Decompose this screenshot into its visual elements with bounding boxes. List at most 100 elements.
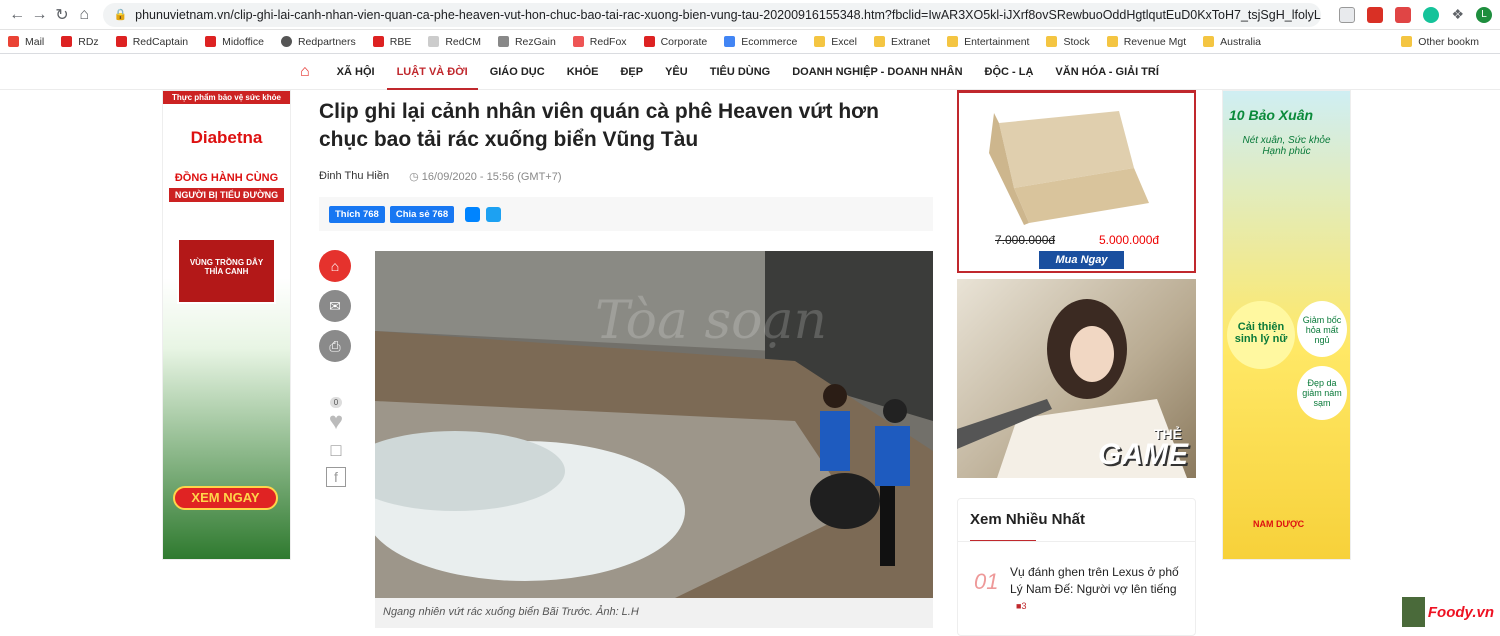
profile-avatar[interactable]: L	[1476, 6, 1492, 23]
bookmark-corporate[interactable]: Corporate	[643, 36, 707, 48]
ad-brand: 10 Bảo Xuân	[1229, 107, 1314, 123]
bookmark-midoffice[interactable]: Midoffice	[205, 36, 264, 48]
print-icon[interactable]: ⎙	[319, 330, 351, 362]
heart-icon[interactable]: ♥	[319, 410, 353, 434]
address-bar[interactable]: 🔒 phunuvietnam.vn/clip-ghi-lai-canh-nhan…	[103, 2, 1322, 27]
old-price: 7.000.000đ	[995, 233, 1056, 247]
game-logo: GAME	[1098, 438, 1188, 471]
bookmark-rezgain[interactable]: RezGain	[497, 36, 556, 48]
bookmark-revenue-mgt[interactable]: Revenue Mgt	[1106, 36, 1186, 48]
ad-brand: Diabetna	[190, 128, 263, 147]
foody-thumbnail	[1402, 597, 1425, 627]
rank-number: 01	[974, 569, 999, 594]
ad-tagline: Nét xuân, Sức khỏe Hạnh phúc	[1242, 135, 1331, 157]
article-actions: ⌂ ✉ ⎙ 0 ♥ □ f	[319, 250, 353, 487]
ad-cta-button[interactable]: XEM NGAY	[173, 486, 278, 510]
bookmark-excel[interactable]: Excel	[814, 36, 857, 48]
forward-icon[interactable]: →	[30, 4, 48, 26]
article-photo: Tòa soạn	[375, 251, 933, 598]
like-count: 0	[329, 397, 343, 408]
extension-icon[interactable]	[1367, 6, 1384, 23]
clock-icon: ◷	[409, 171, 419, 183]
comment-icon[interactable]: □	[319, 440, 353, 461]
publish-time: 16/09/2020 - 15:56 (GMT+7)	[421, 171, 562, 183]
watermark: Tòa soạn	[595, 291, 827, 351]
bed-promo-ad[interactable]: 7.000.000đ 5.000.000đ Mua Ngay	[957, 90, 1196, 273]
article: Clip ghi lại cảnh nhân viên quán cà phê …	[319, 98, 933, 231]
gmail-icon	[8, 36, 19, 47]
bookmarks-bar: Mail RDz RedCaptain Midoffice Redpartner…	[0, 30, 1500, 54]
bookmark-redcaptain[interactable]: RedCaptain	[115, 36, 188, 48]
bookmark-entertainment[interactable]: Entertainment	[947, 36, 1029, 48]
facebook-icon[interactable]: f	[326, 467, 346, 487]
page-icon	[428, 36, 440, 47]
rz-icon	[497, 36, 509, 47]
bookmark-extranet[interactable]: Extranet	[873, 36, 930, 48]
home-icon[interactable]: ⌂	[300, 63, 310, 81]
bookmark-rbe[interactable]: RBE	[372, 36, 411, 48]
bookmark-ecommerce[interactable]: Ecommerce	[724, 36, 797, 48]
back-icon[interactable]: ←	[8, 4, 26, 26]
nav-item-active[interactable]: LUẬT VÀ ĐỜI	[386, 54, 478, 90]
url-text: phunuvietnam.vn/clip-ghi-lai-canh-nhan-v…	[135, 7, 1322, 22]
reload-icon[interactable]: ↻	[53, 4, 71, 26]
ad-feature: Giảm bốc hỏa mất ngủ	[1297, 301, 1347, 357]
grammarly-icon[interactable]	[1423, 6, 1440, 23]
bookmark-redcm[interactable]: RedCM	[428, 36, 481, 48]
mail-icon[interactable]: ✉	[319, 290, 351, 322]
share-bar: Thích 768 Chia sẻ 768	[319, 197, 933, 231]
bookmark-redfox[interactable]: RedFox	[572, 36, 627, 48]
home-icon[interactable]: ⌂	[75, 4, 93, 26]
nav-item[interactable]: YÊU	[665, 54, 688, 90]
ad-slogan: NGƯỜI BỊ TIỂU ĐƯỜNG	[169, 188, 284, 202]
nav-item[interactable]: XÃ HỘI	[337, 54, 375, 90]
right-banner-ad[interactable]: 10 Bảo Xuân Nét xuân, Sức khỏe Hạnh phúc…	[1222, 90, 1351, 560]
bed-image	[989, 111, 1149, 225]
home-icon[interactable]: ⌂	[319, 250, 351, 282]
fb-share-button[interactable]: Chia sẻ 768	[389, 205, 455, 223]
foody-badge[interactable]: Foody.vn	[1402, 594, 1494, 630]
bookmark-other[interactable]: Other bookm	[1401, 36, 1479, 48]
nav-item[interactable]: KHỎE	[567, 54, 599, 90]
bookmark-mail[interactable]: Mail	[8, 36, 44, 48]
new-price: 5.000.000đ	[1099, 233, 1160, 247]
ad-feature: Cải thiện sinh lý nữ	[1227, 301, 1295, 369]
left-banner-ad[interactable]: Thực phẩm bảo vệ sức khỏe Diabetna ĐỒNG …	[162, 90, 291, 560]
messenger-icon[interactable]	[465, 206, 481, 222]
drive-icon	[724, 36, 736, 47]
nav-item[interactable]: VĂN HÓA - GIẢI TRÍ	[1055, 54, 1158, 90]
red-icon	[61, 36, 73, 47]
game-ad[interactable]: GAME THẺ	[957, 279, 1196, 478]
buy-now-button[interactable]: Mua Ngay	[1039, 251, 1124, 269]
author[interactable]: Đinh Thu Hiền	[319, 170, 389, 183]
bookmark-australia[interactable]: Australia	[1203, 36, 1261, 48]
nav-item[interactable]: TIÊU DÙNG	[710, 54, 771, 90]
nav-item[interactable]: GIÁO DỤC	[490, 54, 545, 90]
site-nav: ⌂ XÃ HỘI LUẬT VÀ ĐỜI GIÁO DỤC KHỎE ĐẸP Y…	[0, 54, 1500, 90]
divider	[958, 541, 1195, 542]
fb-like-button[interactable]: Thích 768	[329, 205, 385, 223]
red-icon	[643, 36, 655, 47]
game-logo-tag: THẺ	[1154, 426, 1182, 442]
photo-caption: Ngang nhiên vứt rác xuống biển Bãi Trước…	[375, 598, 933, 628]
extension-icon[interactable]	[1339, 6, 1356, 23]
nav-item[interactable]: ĐẸP	[620, 54, 643, 90]
nav-item[interactable]: DOANH NGHIỆP - DOANH NHÂN	[792, 54, 962, 90]
most-read-link[interactable]: Vụ đánh ghen trên Lexus ở phố Lý Nam Đế:…	[1010, 564, 1185, 598]
bookmark-rdz[interactable]: RDz	[61, 36, 99, 48]
bookmark-redpartners[interactable]: Redpartners	[280, 36, 356, 48]
bookmark-stock[interactable]: Stock	[1046, 36, 1090, 48]
red-icon	[372, 36, 384, 47]
folder-icon	[1046, 36, 1058, 47]
nav-item[interactable]: ĐỘC - LẠ	[985, 54, 1034, 90]
folder-icon	[873, 36, 885, 47]
extension-icon[interactable]	[1395, 6, 1412, 23]
ad-feature: Đẹp da giảm nám sạm	[1297, 366, 1347, 420]
foody-logo: Foody.vn	[1427, 603, 1494, 621]
comment-count-value: 3	[1021, 601, 1027, 611]
puzzle-icon[interactable]: ❖	[1451, 6, 1464, 23]
most-read-box: Xem Nhiều Nhất 01 Vụ đánh ghen trên Lexu…	[957, 498, 1196, 636]
twitter-icon[interactable]	[486, 206, 502, 222]
ad-top-label: Thực phẩm bảo vệ sức khỏe	[163, 91, 290, 104]
folder-icon	[1106, 36, 1118, 47]
